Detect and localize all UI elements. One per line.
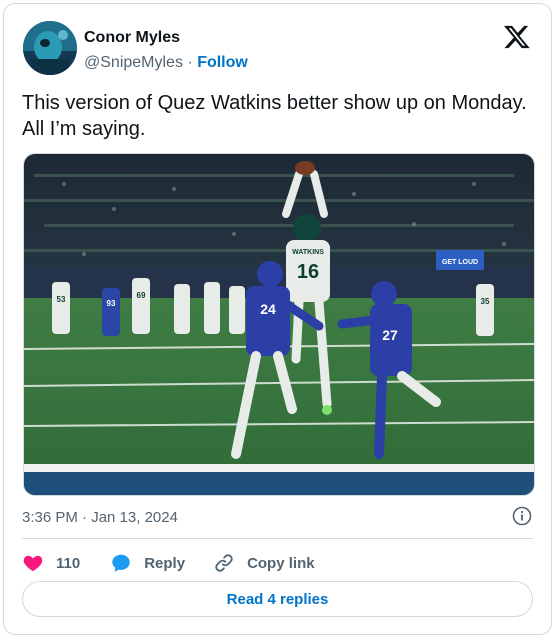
reply-label: Reply bbox=[144, 554, 186, 572]
like-button[interactable]: 110 bbox=[22, 552, 80, 574]
reply-icon bbox=[112, 554, 130, 572]
author-name[interactable]: Conor Myles bbox=[84, 28, 180, 48]
defender-number-1: 24 bbox=[260, 301, 276, 317]
copy-link-button[interactable]: Copy link bbox=[213, 552, 315, 574]
info-icon[interactable] bbox=[512, 506, 532, 526]
tweet-card: Conor Myles @SnipeMyles · Follow This ve… bbox=[3, 3, 552, 635]
sideline-number-3: 93 bbox=[107, 299, 116, 308]
sideline-number-4: 35 bbox=[481, 297, 490, 306]
receiver-jersey-name: WATKINS bbox=[292, 249, 324, 256]
tweet-photo[interactable]: GET LOUD 53 69 93 35 WATKINS 16 24 27 bbox=[23, 153, 535, 496]
scoreboard-text: GET LOUD bbox=[442, 259, 478, 266]
x-logo-icon[interactable] bbox=[503, 23, 531, 51]
tweet-timestamp[interactable]: 3:36 PM · Jan 13, 2024 bbox=[22, 508, 178, 528]
separator: · bbox=[187, 54, 193, 71]
follow-button[interactable]: Follow bbox=[197, 54, 248, 71]
read-replies-button[interactable]: Read 4 replies bbox=[22, 581, 533, 617]
author-meta: @SnipeMyles · Follow bbox=[84, 53, 248, 73]
like-count: 110 bbox=[56, 554, 81, 572]
divider bbox=[22, 538, 533, 539]
copy-link-icon bbox=[215, 554, 233, 572]
sideline-number-1: 53 bbox=[57, 295, 66, 304]
tweet-text: This version of Quez Watkins better show… bbox=[22, 92, 527, 140]
receiver-jersey-number: 16 bbox=[297, 261, 319, 283]
reply-button[interactable]: Reply bbox=[110, 552, 185, 574]
author-handle[interactable]: @SnipeMyles bbox=[84, 54, 183, 71]
defender-number-2: 27 bbox=[382, 327, 398, 343]
avatar[interactable] bbox=[23, 21, 77, 75]
action-bar: 110 Reply Copy link bbox=[22, 549, 315, 577]
sideline-number-2: 69 bbox=[137, 291, 146, 300]
copy-link-label: Copy link bbox=[247, 554, 315, 572]
heart-icon bbox=[23, 555, 43, 572]
